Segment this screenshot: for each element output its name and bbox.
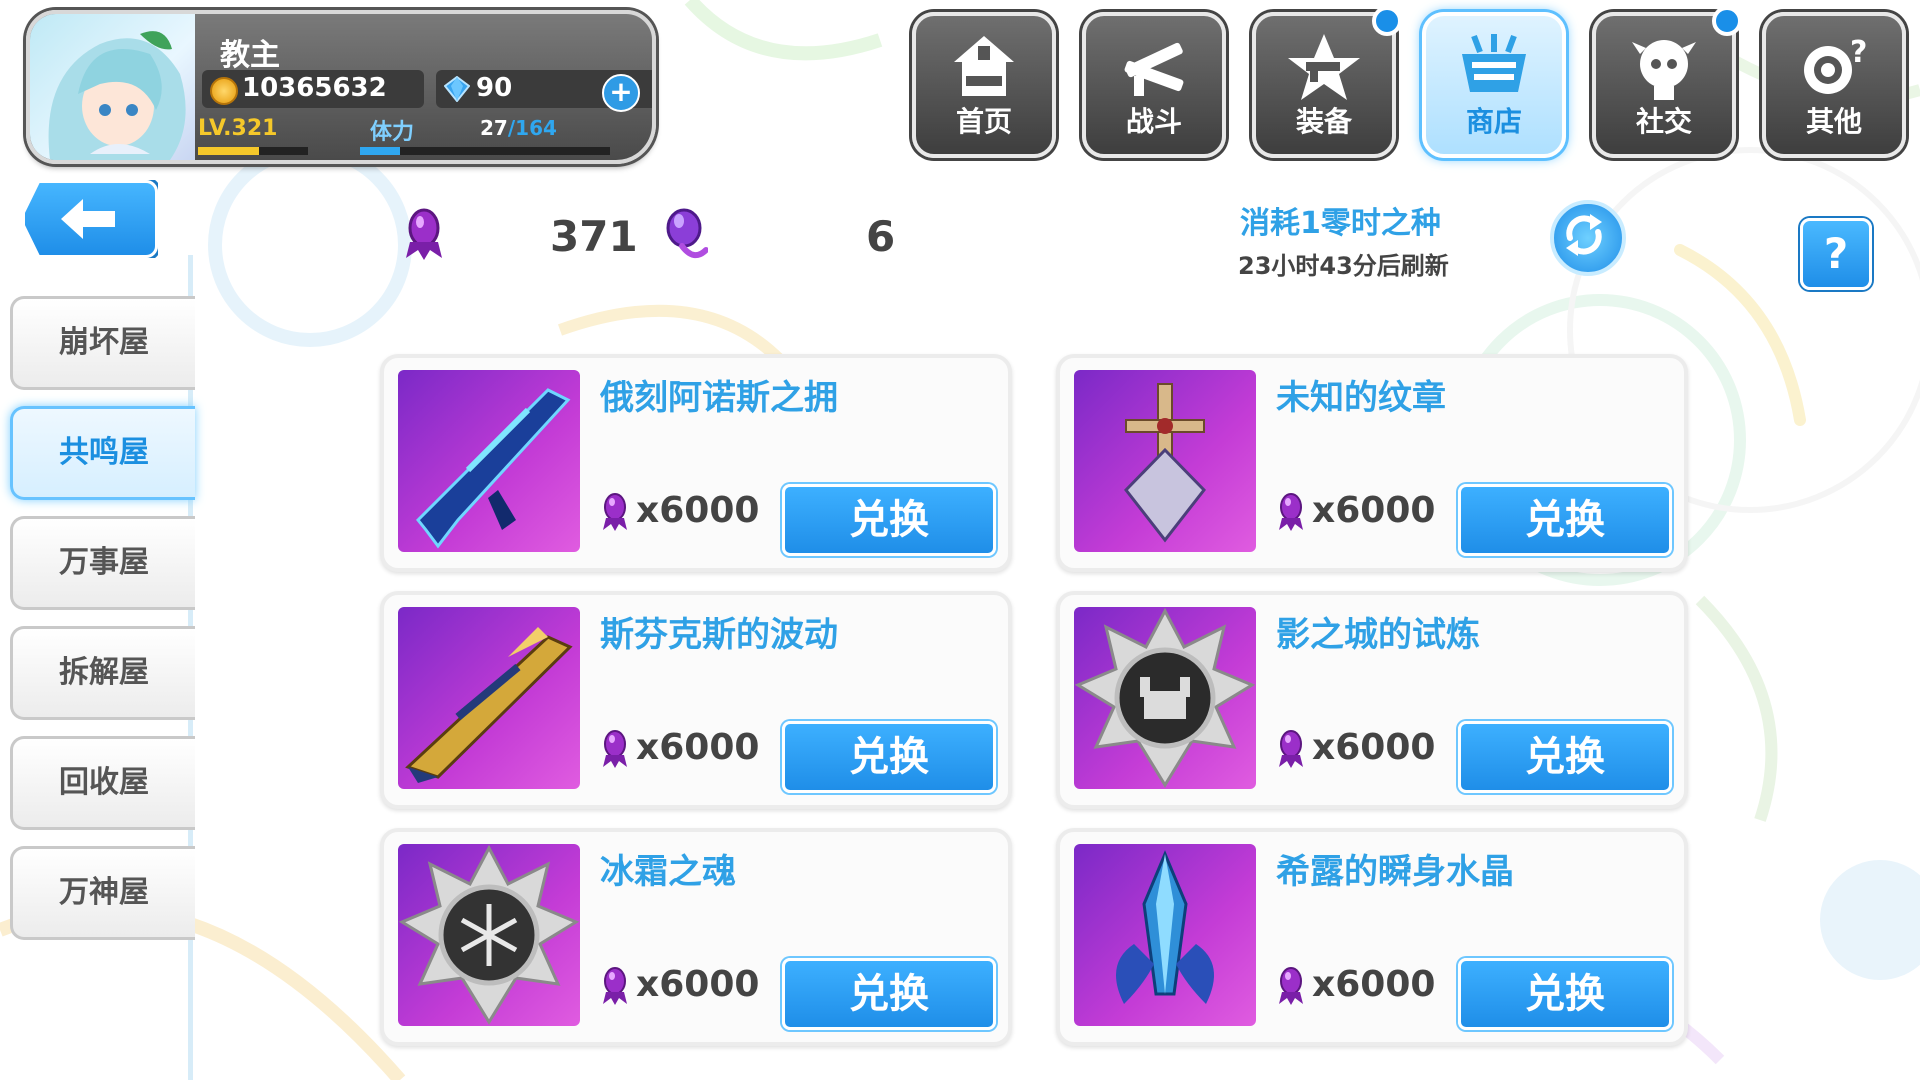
sidebar-tab-2[interactable]: 万事屋: [10, 516, 195, 610]
item-name: 冰霜之魂: [600, 852, 736, 892]
item-cost-value: x6000: [1312, 964, 1436, 1005]
help-button[interactable]: ?: [1800, 218, 1872, 290]
crystal-count: 371: [550, 212, 638, 261]
gold-amount: 10365632: [242, 73, 387, 103]
purple-crystal-icon: [603, 730, 627, 768]
stamina-value: 27/164: [480, 116, 557, 140]
level-progress-bar: [198, 147, 308, 155]
time-seed-icon: [666, 208, 708, 259]
item-name: 希露的瞬身水晶: [1276, 852, 1514, 892]
player-name: 教主: [220, 38, 280, 73]
purple-crystal-icon: [1279, 493, 1303, 531]
item-cost: x6000: [600, 964, 759, 1006]
seed-count: 6: [866, 212, 896, 261]
exchange-button[interactable]: 兑换: [782, 958, 996, 1030]
player-profile-panel[interactable]: 教主 10365632 90 + LV.321 体力 27/164: [26, 10, 656, 164]
shop-item-card: 希露的瞬身水晶 x6000 兑换: [1056, 828, 1688, 1046]
exchange-button[interactable]: 兑换: [1458, 484, 1672, 556]
purple-crystal-icon: [603, 967, 627, 1005]
shop-item-card: 俄刻阿诺斯之拥 x6000 兑换: [380, 354, 1012, 572]
shop-basket-icon: [1426, 32, 1562, 102]
refresh-button[interactable]: [1550, 200, 1626, 276]
nav-tab-label: 商店: [1465, 105, 1522, 138]
purple-crystal-icon: [406, 208, 442, 260]
nav-tab-3[interactable]: 商店: [1422, 12, 1566, 158]
add-gems-button[interactable]: +: [602, 74, 640, 112]
exchange-button[interactable]: 兑换: [1458, 958, 1672, 1030]
nav-tab-4[interactable]: 社交: [1592, 6, 1742, 158]
stamina-label: 体力: [370, 120, 415, 145]
purple-crystal-icon: [1279, 967, 1303, 1005]
gold-coin-icon: [210, 77, 238, 105]
exchange-button[interactable]: 兑换: [782, 721, 996, 793]
sidebar-tab-3[interactable]: 拆解屋: [10, 626, 195, 720]
blue-rifle-icon[interactable]: [398, 370, 580, 552]
nav-tab-1[interactable]: 战斗: [1082, 12, 1226, 158]
stamina-current: 27: [480, 116, 508, 140]
shop-item-card: 影之城的试炼 x6000 兑换: [1056, 591, 1688, 809]
item-name: 未知的纹章: [1276, 378, 1446, 418]
notification-dot: [1712, 6, 1742, 36]
nav-tab-0[interactable]: 首页: [912, 12, 1056, 158]
chibi-friend-icon: [1596, 32, 1732, 102]
player-avatar[interactable]: [30, 14, 195, 160]
gun-star-icon: [1256, 32, 1392, 102]
sidebar-tab-4[interactable]: 回收屋: [10, 736, 195, 830]
gem-amount: 90: [476, 73, 513, 103]
stamina-max: /164: [507, 116, 557, 140]
refresh-timer: 23小时43分后刷新: [1238, 252, 1449, 280]
blue-gem-icon: [444, 76, 470, 102]
gold-rifle-icon[interactable]: [398, 607, 580, 789]
stamina-progress-bar: [360, 147, 610, 155]
item-cost: x6000: [600, 727, 759, 769]
cross-emblem-icon[interactable]: [1074, 370, 1256, 552]
item-cost-value: x6000: [1312, 727, 1436, 768]
sidebar-tab-1[interactable]: 共鸣屋: [10, 406, 195, 500]
castle-medal-icon[interactable]: [1074, 607, 1256, 789]
nav-tab-label: 战斗: [1125, 105, 1182, 138]
nav-tab-label: 社交: [1635, 105, 1692, 138]
item-name: 俄刻阿诺斯之拥: [600, 378, 838, 418]
exchange-button[interactable]: 兑换: [1458, 721, 1672, 793]
sidebar-tab-0[interactable]: 崩坏屋: [10, 296, 195, 390]
nav-tab-2[interactable]: 装备: [1252, 6, 1402, 158]
blue-crystal-icon[interactable]: [1074, 844, 1256, 1026]
crossed-guns-icon: [1086, 32, 1222, 102]
svg-text:?: ?: [1850, 35, 1867, 70]
item-cost-value: x6000: [1312, 490, 1436, 531]
item-cost: x6000: [1276, 964, 1435, 1006]
gear-other-icon: ?: [1766, 32, 1902, 102]
nav-tab-label: 装备: [1295, 105, 1352, 138]
shop-item-card: 斯芬克斯的波动 x6000 兑换: [380, 591, 1012, 809]
item-cost-value: x6000: [636, 490, 760, 531]
house-icon: [916, 32, 1052, 102]
refresh-cost-text: 消耗1零时之种: [1240, 206, 1441, 241]
item-name: 影之城的试炼: [1276, 615, 1480, 655]
item-name: 斯芬克斯的波动: [600, 615, 838, 655]
item-cost: x6000: [1276, 490, 1435, 532]
item-cost: x6000: [600, 490, 759, 532]
purple-crystal-icon: [603, 493, 627, 531]
player-level: LV.321: [198, 116, 278, 141]
nav-tab-5[interactable]: ? 其他: [1762, 12, 1906, 158]
nav-tab-label: 其他: [1805, 105, 1862, 138]
sidebar-tab-5[interactable]: 万神屋: [10, 846, 195, 940]
shop-item-card: 未知的纹章 x6000 兑换: [1056, 354, 1688, 572]
exchange-button[interactable]: 兑换: [782, 484, 996, 556]
nav-tab-label: 首页: [955, 105, 1012, 138]
item-cost: x6000: [1276, 727, 1435, 769]
back-button[interactable]: [22, 180, 158, 258]
shop-item-card: 冰霜之魂 x6000 兑换: [380, 828, 1012, 1046]
purple-crystal-icon: [1279, 730, 1303, 768]
refresh-icon: [1566, 214, 1602, 256]
frost-medal-icon[interactable]: [398, 844, 580, 1026]
notification-dot: [1372, 6, 1402, 36]
back-arrow-icon: [61, 199, 115, 239]
item-cost-value: x6000: [636, 727, 760, 768]
gold-counter: 10365632: [202, 70, 424, 108]
item-cost-value: x6000: [636, 964, 760, 1005]
